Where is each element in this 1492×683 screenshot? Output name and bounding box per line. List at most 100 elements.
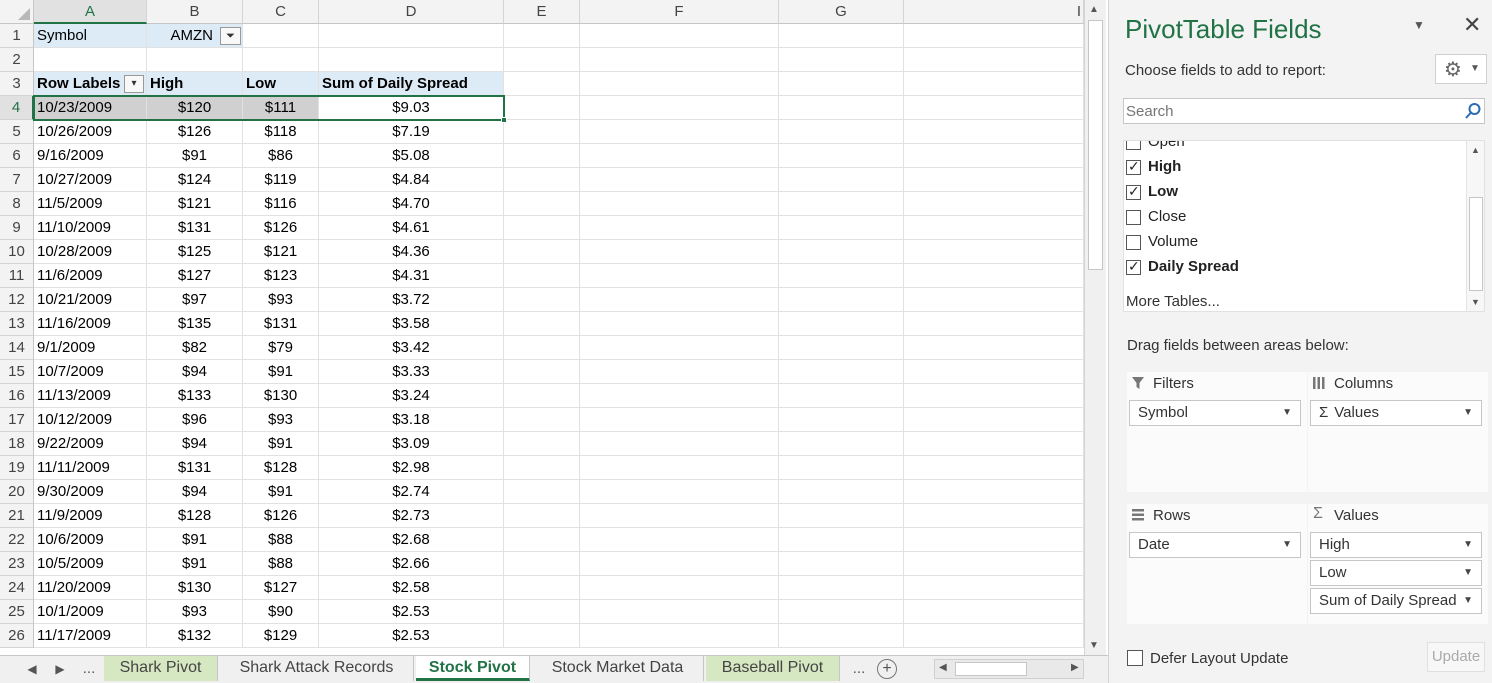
spread-cell[interactable]: $3.58 (319, 312, 504, 336)
horizontal-scroll-thumb[interactable] (955, 662, 1027, 676)
more-tables-link[interactable]: More Tables... (1126, 293, 1220, 310)
column-header-i[interactable]: I (904, 0, 1084, 24)
empty-cell[interactable] (904, 576, 1084, 600)
field-checkbox[interactable] (1126, 183, 1141, 200)
field-checkbox[interactable] (1126, 141, 1141, 150)
spread-cell[interactable]: $2.98 (319, 456, 504, 480)
empty-cell[interactable] (319, 24, 504, 48)
empty-cell[interactable] (779, 552, 904, 576)
empty-cell[interactable] (779, 312, 904, 336)
row-header[interactable]: 17 (0, 408, 34, 432)
empty-cell[interactable] (580, 192, 779, 216)
low-cell[interactable]: $88 (243, 552, 319, 576)
vertical-scrollbar[interactable]: ▲ ▼ (1084, 0, 1106, 657)
empty-cell[interactable] (904, 480, 1084, 504)
dropdown-arrow-icon[interactable]: ▼ (1463, 533, 1473, 557)
field-checkbox[interactable] (1126, 158, 1141, 175)
empty-cell[interactable] (504, 360, 580, 384)
empty-cell[interactable] (504, 456, 580, 480)
column-header-g[interactable]: G (779, 0, 904, 24)
empty-cell[interactable] (504, 600, 580, 624)
empty-cell[interactable] (779, 576, 904, 600)
row-label-cell[interactable]: 11/9/2009 (34, 504, 147, 528)
spread-cell[interactable]: $2.58 (319, 576, 504, 600)
column-header-a[interactable]: A (34, 0, 147, 24)
empty-cell[interactable] (504, 72, 580, 96)
empty-cell[interactable] (504, 336, 580, 360)
high-cell[interactable]: $124 (147, 168, 243, 192)
empty-cell[interactable] (504, 312, 580, 336)
tab-stock-pivot[interactable]: Stock Pivot (416, 656, 530, 681)
high-cell[interactable]: $97 (147, 288, 243, 312)
empty-cell[interactable] (580, 240, 779, 264)
search-input[interactable] (1126, 101, 1456, 121)
row-header[interactable]: 7 (0, 168, 34, 192)
add-sheet-icon[interactable]: + (877, 659, 897, 679)
spread-cell[interactable]: $3.72 (319, 288, 504, 312)
row-header[interactable]: 6 (0, 144, 34, 168)
tab-scroll-left-icon[interactable]: ◀ (22, 659, 42, 679)
empty-cell[interactable] (779, 168, 904, 192)
spread-cell[interactable]: $3.24 (319, 384, 504, 408)
rows-area[interactable]: Rows Date ▼ (1127, 504, 1307, 624)
empty-cell[interactable] (904, 312, 1084, 336)
row-header[interactable]: 10 (0, 240, 34, 264)
empty-cell[interactable] (779, 24, 904, 48)
low-cell[interactable]: $123 (243, 264, 319, 288)
empty-cell[interactable] (779, 600, 904, 624)
empty-cell[interactable] (904, 240, 1084, 264)
field-scroll-thumb[interactable] (1469, 197, 1483, 291)
scroll-up-icon[interactable]: ▲ (1089, 4, 1099, 15)
empty-cell[interactable] (779, 624, 904, 648)
row-header[interactable]: 24 (0, 576, 34, 600)
empty-cell[interactable] (779, 72, 904, 96)
low-cell[interactable]: $126 (243, 216, 319, 240)
row-header[interactable]: 4 (0, 96, 34, 120)
high-cell[interactable]: $127 (147, 264, 243, 288)
filter-label-cell[interactable]: Symbol (34, 24, 147, 48)
high-cell[interactable]: $135 (147, 312, 243, 336)
spread-cell[interactable]: $2.73 (319, 504, 504, 528)
empty-cell[interactable] (580, 408, 779, 432)
empty-cell[interactable] (580, 528, 779, 552)
empty-cell[interactable] (580, 120, 779, 144)
filters-item-symbol[interactable]: Symbol ▼ (1129, 400, 1301, 426)
spread-cell[interactable]: $4.70 (319, 192, 504, 216)
empty-cell[interactable] (779, 288, 904, 312)
sum-daily-spread-header[interactable]: Sum of Daily Spread (319, 72, 504, 96)
empty-cell[interactable] (504, 24, 580, 48)
high-cell[interactable]: $131 (147, 216, 243, 240)
high-cell[interactable]: $91 (147, 552, 243, 576)
row-header[interactable]: 22 (0, 528, 34, 552)
values-item-low[interactable]: Low ▼ (1310, 560, 1482, 586)
empty-cell[interactable] (580, 24, 779, 48)
field-checkbox[interactable] (1126, 235, 1141, 250)
empty-cell[interactable] (580, 264, 779, 288)
empty-cell[interactable] (779, 432, 904, 456)
empty-cell[interactable] (779, 120, 904, 144)
empty-cell[interactable] (779, 48, 904, 72)
row-header[interactable]: 8 (0, 192, 34, 216)
empty-cell[interactable] (904, 288, 1084, 312)
empty-cell[interactable] (904, 192, 1084, 216)
empty-cell[interactable] (504, 192, 580, 216)
low-header[interactable]: Low (243, 72, 319, 96)
empty-cell[interactable] (580, 456, 779, 480)
empty-cell[interactable] (504, 624, 580, 648)
column-header-d[interactable]: D (319, 0, 504, 24)
field-item-open[interactable]: Open (1126, 141, 1456, 155)
low-cell[interactable]: $116 (243, 192, 319, 216)
column-header-e[interactable]: E (504, 0, 580, 24)
row-label-cell[interactable]: 11/11/2009 (34, 456, 147, 480)
low-cell[interactable]: $126 (243, 504, 319, 528)
values-area[interactable]: Σ Values High ▼ Low ▼ Sum of Daily Sprea… (1308, 504, 1488, 624)
empty-cell[interactable] (504, 384, 580, 408)
spread-cell[interactable]: $4.84 (319, 168, 504, 192)
row-label-cell[interactable]: 9/16/2009 (34, 144, 147, 168)
spread-cell[interactable]: $2.74 (319, 480, 504, 504)
row-header[interactable]: 25 (0, 600, 34, 624)
column-header-c[interactable]: C (243, 0, 319, 24)
empty-cell[interactable] (580, 624, 779, 648)
empty-cell[interactable] (779, 408, 904, 432)
empty-cell[interactable] (504, 504, 580, 528)
